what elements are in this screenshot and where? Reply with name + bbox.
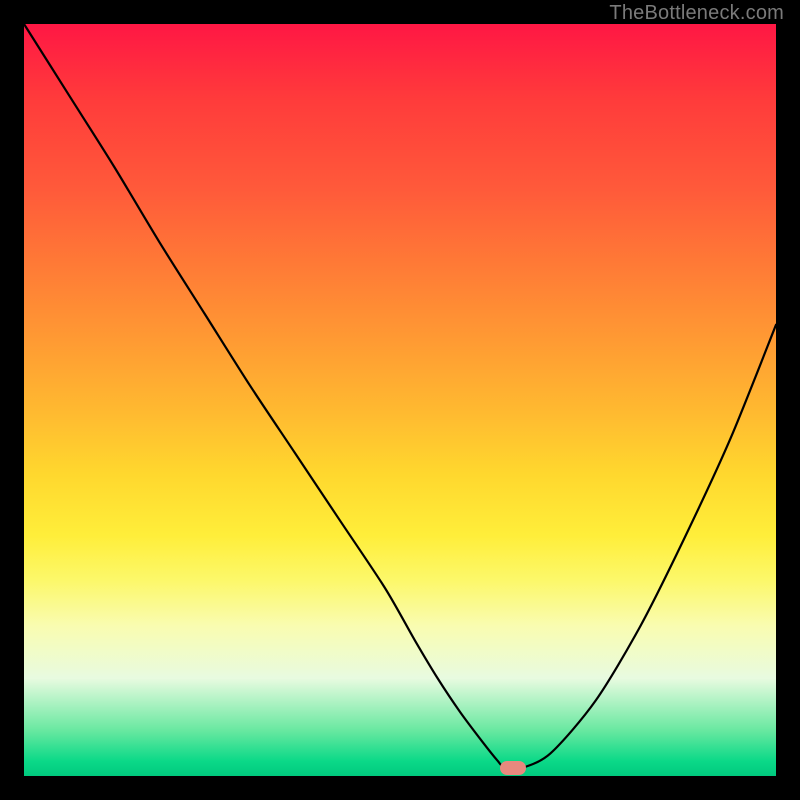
bottleneck-curve-svg <box>24 24 776 776</box>
chart-plot-area <box>24 24 776 776</box>
optimal-point-marker <box>500 761 526 775</box>
bottleneck-curve-line <box>24 24 776 770</box>
watermark-text: TheBottleneck.com <box>609 2 784 25</box>
